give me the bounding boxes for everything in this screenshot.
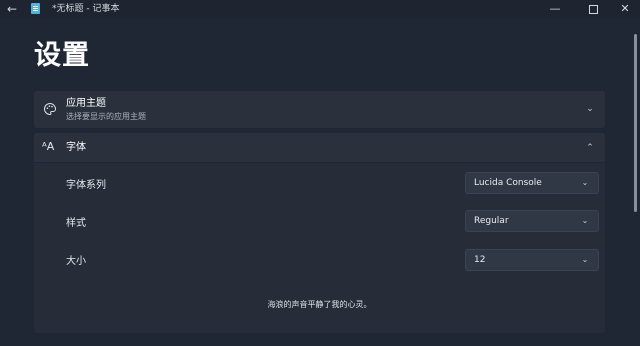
palette-icon [44, 102, 57, 116]
chevron-down-icon: ⌄ [581, 255, 589, 264]
chevron-down-icon[interactable]: ⌄ [584, 103, 596, 115]
maximize-button[interactable] [576, 0, 610, 18]
font-card-title: 字体 [66, 142, 86, 153]
font-family-dropdown[interactable]: Lucida Console ⌄ [465, 172, 599, 194]
font-card-header[interactable]: ᴬA 字体 ⌃ [34, 133, 605, 162]
font-size-value: 12 [474, 255, 486, 265]
app-theme-subtitle: 选择要显示的应用主题 [66, 112, 146, 121]
font-style-label: 样式 [66, 218, 86, 229]
chevron-down-icon: ⌄ [581, 216, 589, 225]
chevron-down-icon: ⌄ [581, 178, 589, 187]
app-theme-card[interactable]: 应用主题 选择要显示的应用主题 ⌄ [34, 91, 605, 128]
font-style-dropdown[interactable]: Regular ⌄ [465, 210, 599, 232]
close-button[interactable]: ✕ [608, 0, 640, 18]
font-icon: ᴬA [42, 140, 55, 153]
minimize-button[interactable]: — [538, 0, 572, 18]
back-button[interactable]: ← [4, 2, 20, 16]
font-preview-text: 海浪的声音平静了我的心灵。 [267, 300, 372, 309]
title-bar: ← *无标题 - 记事本 — ✕ [0, 0, 640, 18]
maximize-icon [588, 4, 598, 14]
font-card-body: 字体系列 Lucida Console ⌄ 样式 Regular ⌄ 大小 12… [34, 163, 605, 333]
chevron-up-icon[interactable]: ⌃ [584, 142, 596, 154]
font-family-label: 字体系列 [66, 180, 106, 191]
scrollbar[interactable] [634, 34, 637, 212]
app-theme-title: 应用主题 [66, 98, 106, 109]
font-family-value: Lucida Console [474, 178, 542, 188]
font-size-label: 大小 [66, 256, 86, 267]
font-size-dropdown[interactable]: 12 ⌄ [465, 249, 599, 271]
font-style-value: Regular [474, 216, 509, 226]
notepad-app-icon [31, 3, 40, 14]
page-title: 设置 [34, 40, 90, 71]
window-title: *无标题 - 记事本 [52, 4, 120, 14]
